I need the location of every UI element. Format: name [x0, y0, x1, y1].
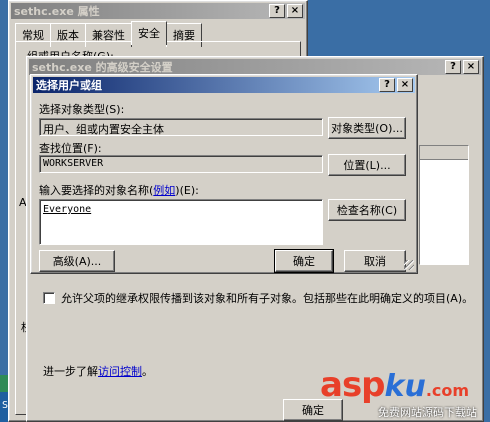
select-title: 选择用户或组 — [36, 79, 102, 92]
close-button[interactable]: × — [463, 60, 479, 74]
desktop-left — [0, 0, 8, 422]
inherit-label: 允许父项的继承权限传播到该对象和所有子对象。包括那些在此明确定义的项目(A)。 — [61, 292, 474, 305]
learn-suffix: 。 — [142, 365, 153, 378]
object-type-label: 选择对象类型(S): — [39, 103, 125, 116]
permission-list-header — [420, 146, 468, 160]
permission-list[interactable] — [419, 145, 469, 265]
properties-title: sethc.exe 属性 — [14, 5, 100, 18]
examples-link[interactable]: 例如 — [153, 184, 175, 197]
advanced-titlebar[interactable]: sethc.exe 的高级安全设置 ? × — [29, 59, 481, 75]
select-titlebar[interactable]: 选择用户或组 ? × — [33, 77, 415, 93]
select-users-dialog: 选择用户或组 ? × 选择对象类型(S): 用户、组或内置安全主体 对象类型(O… — [30, 74, 418, 274]
help-button[interactable]: ? — [445, 60, 461, 74]
inherit-row: 允许父项的继承权限传播到该对象和所有子对象。包括那些在此明确定义的项目(A)。 — [43, 290, 473, 306]
object-names-input[interactable]: Everyone — [39, 199, 323, 245]
close-button[interactable]: × — [397, 78, 413, 92]
desktop-right — [484, 0, 490, 422]
properties-titlebar[interactable]: sethc.exe 属性 ? × — [11, 3, 305, 19]
access-control-link[interactable]: 访问控制 — [98, 365, 142, 378]
names-label: 输入要选择的对象名称(例如)(E): — [39, 182, 199, 198]
location-label: 查找位置(F): — [39, 142, 102, 155]
check-names-button[interactable]: 检查名称(C) — [328, 199, 406, 221]
object-type-field: 用户、组或内置安全主体 — [39, 118, 323, 136]
resize-grip-icon[interactable] — [404, 260, 414, 270]
watermark-part-c: .com — [425, 381, 470, 400]
ok-button[interactable]: 确定 — [274, 249, 334, 273]
watermark-logo: asp ku .com — [320, 365, 469, 405]
help-button[interactable]: ? — [379, 78, 395, 92]
learn-more: 进一步了解访问控制。 — [43, 363, 153, 379]
names-label-suffix: )(E): — [175, 184, 199, 197]
advanced-button[interactable]: 高级(A)... — [39, 250, 115, 272]
object-names-value: Everyone — [43, 204, 92, 215]
help-button[interactable]: ? — [269, 4, 285, 18]
cancel-button[interactable]: 取消 — [344, 250, 406, 272]
close-button[interactable]: × — [287, 4, 303, 18]
watermark-subtitle: 免费网站源码下载站 — [378, 406, 477, 419]
location-field: WORKSERVER — [39, 155, 323, 173]
object-type-button[interactable]: 对象类型(O)... — [328, 117, 406, 139]
watermark-part-a: asp — [320, 365, 386, 405]
learn-prefix: 进一步了解 — [43, 365, 98, 378]
inherit-checkbox[interactable] — [43, 292, 55, 304]
watermark-part-b: ku — [384, 369, 426, 404]
tab-security[interactable]: 安全 — [131, 21, 167, 45]
names-label-prefix: 输入要选择的对象名称( — [39, 184, 154, 197]
location-button[interactable]: 位置(L)... — [328, 154, 406, 176]
advanced-title: sethc.exe 的高级安全设置 — [32, 61, 173, 74]
